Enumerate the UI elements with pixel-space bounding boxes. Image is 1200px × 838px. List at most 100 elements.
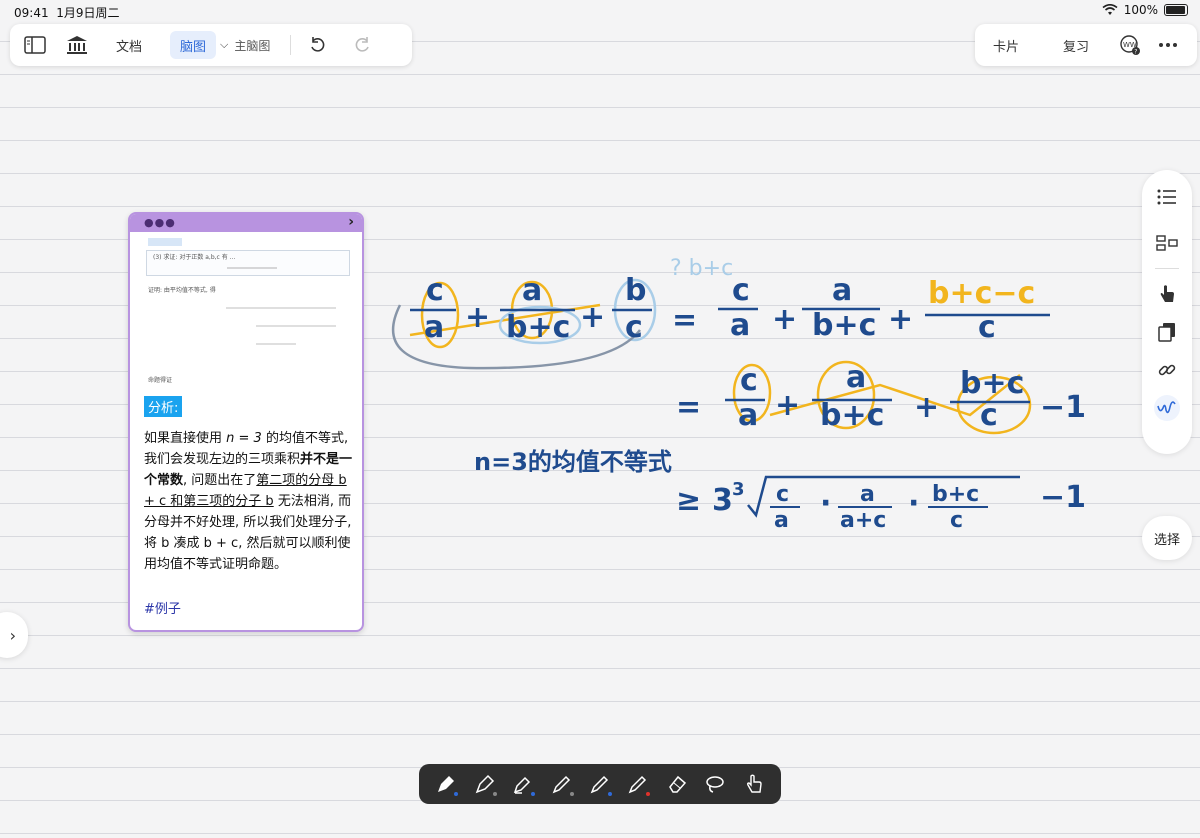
web-search-icon[interactable]: WW?: [1117, 32, 1143, 58]
ink-frac2-den: a+c: [840, 508, 886, 533]
status-right: 100%: [1102, 3, 1188, 17]
ink-bc2: b+c: [812, 308, 876, 343]
ink-question: ? b+c: [670, 256, 733, 281]
ballpoint-pen-icon[interactable]: [470, 769, 500, 799]
ink-c3: c: [732, 273, 750, 308]
handwriting-icon[interactable]: [1154, 395, 1180, 421]
ink-cube: 3: [732, 479, 745, 500]
ink-plus4: +: [888, 302, 913, 337]
card-button[interactable]: 卡片: [983, 31, 1029, 59]
undo-icon[interactable]: [305, 32, 331, 58]
link-icon[interactable]: [1154, 357, 1180, 383]
highlighter-icon[interactable]: [508, 769, 538, 799]
ink-bcc: b+c−c: [928, 276, 1035, 311]
tab-document[interactable]: 文档: [106, 31, 152, 59]
expand-panel-button[interactable]: ›: [0, 612, 28, 658]
ink-a5: a: [738, 398, 758, 433]
ink-plus3: +: [772, 302, 797, 337]
ink-a6: a: [846, 360, 866, 395]
ink-plus6: +: [914, 390, 939, 425]
ink-frac1-num: c: [776, 482, 789, 507]
ink-a1: a: [424, 310, 444, 345]
marker-icon[interactable]: [585, 769, 615, 799]
main-mindmap-dropdown[interactable]: ⌵ 主脑图: [216, 31, 280, 59]
card-body-text: 如果直接使用 n = 3 的均值不等式, 我们会发现左边的三项乘积并不是一个常数…: [144, 428, 354, 575]
toolbar-divider: [290, 35, 292, 55]
handwriting-canvas[interactable]: ? b+c c a + a b+c + b c = c a + a b+c + …: [380, 245, 1140, 535]
svg-text:?: ?: [1134, 49, 1137, 56]
pencil-icon[interactable]: [547, 769, 577, 799]
ink-minus1: −1: [1040, 390, 1086, 425]
pen-color-dot: [454, 792, 459, 796]
review-button[interactable]: 复习: [1053, 31, 1099, 59]
ink-dot1: ·: [820, 486, 831, 521]
top-toolbar-left: 文档 脑图 ⌵ 主脑图: [10, 24, 412, 66]
red-pen-icon[interactable]: [623, 769, 653, 799]
main-mindmap-label: 主脑图: [234, 38, 271, 53]
ink-frac3-num: b+c: [932, 482, 979, 507]
text-n-equals-3: n = 3: [226, 431, 262, 446]
more-icon[interactable]: [1155, 32, 1181, 58]
card-drag-handle-icon[interactable]: ●●●: [144, 216, 176, 229]
ink-a2: a: [522, 273, 542, 308]
ink-c5: c: [740, 363, 758, 398]
status-time: 09:41 1月9日周二: [14, 4, 120, 21]
lasso-icon[interactable]: [700, 769, 730, 799]
thumb-question-box: (3) 求证: 对于正数 a,b,c 有 ...: [146, 250, 350, 276]
sidebar-toggle-icon[interactable]: [22, 32, 48, 58]
chevron-down-icon: ⌵: [220, 38, 229, 51]
ink-minus2: −1: [1040, 480, 1086, 515]
card-expand-icon[interactable]: ›: [348, 214, 354, 230]
pen-color-dot: [646, 792, 651, 796]
thumb-conclusion-text: 命题得证: [148, 377, 173, 384]
layout-icon[interactable]: [1154, 230, 1180, 256]
panel-divider: [1155, 268, 1179, 269]
date-text: 1月9日周二: [56, 6, 120, 20]
clock-text: 09:41: [14, 6, 49, 20]
ink-frac1-den: a: [774, 508, 789, 533]
chevron-right-icon: ›: [9, 625, 16, 645]
thumb-question-text: (3) 求证: 对于正数 a,b,c 有 ...: [153, 254, 236, 261]
analysis-tag: 分析:: [144, 396, 183, 417]
wifi-icon: [1102, 4, 1118, 15]
top-toolbar-right: 卡片 复习 WW?: [975, 24, 1197, 66]
ink-plus2: +: [580, 300, 605, 335]
tab-mindmap[interactable]: 脑图: [170, 31, 217, 59]
text-part-3: , 问题出在了: [183, 473, 257, 488]
fountain-pen-icon[interactable]: [431, 769, 461, 799]
status-bar: 09:41 1月9日周二 100%: [0, 0, 1200, 22]
battery-icon: [1164, 4, 1188, 16]
card-image-thumbnail: (3) 求证: 对于正数 a,b,c 有 ... 证明: 由平均值不等式, 得 …: [142, 238, 352, 388]
ink-caption: n=3的均值不等式: [474, 448, 672, 476]
touch-hand-icon[interactable]: [739, 769, 769, 799]
hand-pointer-icon[interactable]: [1154, 281, 1180, 307]
eraser-icon[interactable]: [662, 769, 692, 799]
hashtag-link[interactable]: #例子: [144, 598, 181, 617]
ink-eq2: =: [676, 390, 701, 425]
mindmap-card[interactable]: ●●● › (3) 求证: 对于正数 a,b,c 有 ... 证明: 由平均值不…: [128, 212, 364, 632]
ink-plus1: +: [465, 300, 490, 335]
ink-c1: c: [426, 273, 444, 308]
copy-icon[interactable]: [1154, 319, 1180, 345]
redo-icon[interactable]: [349, 32, 375, 58]
ink-frac2-num: a: [860, 482, 875, 507]
card-header: ●●● ›: [130, 214, 362, 232]
ink-c2: c: [625, 310, 643, 345]
ink-plus5: +: [775, 388, 800, 423]
ink-geq: ≥: [676, 483, 701, 518]
text-part-1: 如果直接使用: [144, 431, 227, 446]
pen-color-dot: [569, 792, 574, 796]
ink-three: 3: [712, 483, 733, 518]
thumb-formula-lines: [226, 307, 336, 345]
right-tool-panel: [1142, 170, 1192, 454]
thumb-tag: [148, 238, 182, 246]
outline-list-icon[interactable]: [1154, 184, 1180, 210]
ink-a4: a: [832, 273, 852, 308]
select-button[interactable]: 选择: [1142, 516, 1192, 560]
pen-color-dot: [531, 792, 536, 796]
pen-toolbar: [419, 764, 781, 804]
library-icon[interactable]: [64, 32, 90, 58]
ink-bc4: b+c: [960, 366, 1024, 401]
ink-frac3-den: c: [950, 508, 963, 533]
ink-eq1: =: [672, 303, 697, 338]
